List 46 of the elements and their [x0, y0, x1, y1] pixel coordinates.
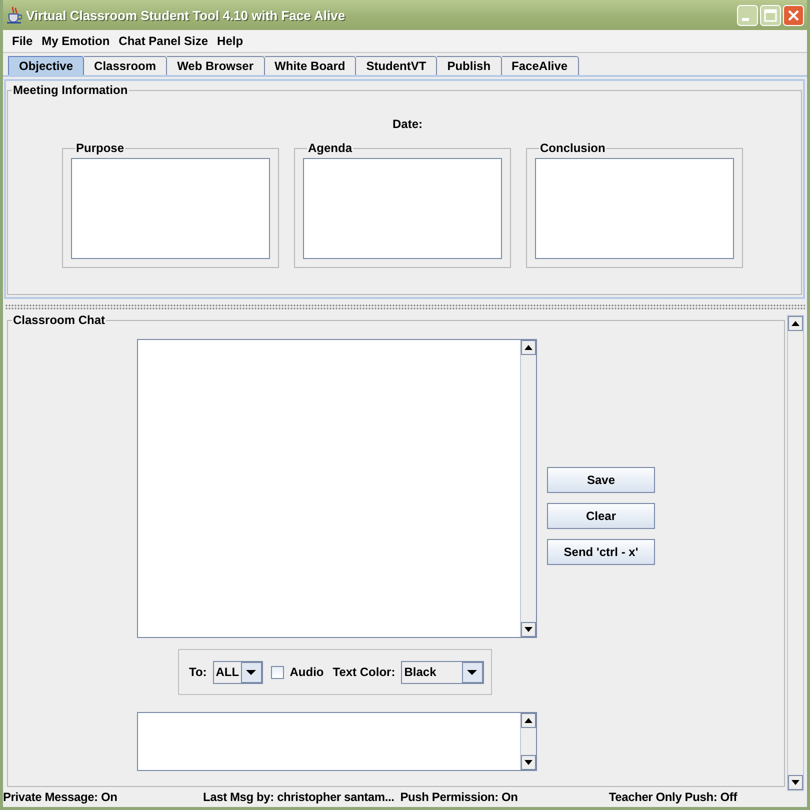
text-area[interactable] [303, 158, 502, 259]
audio-label: Audio [290, 665, 324, 679]
tab[interactable]: StudentVT [356, 56, 438, 75]
menu-item[interactable]: Chat Panel Size [116, 34, 214, 48]
dropdown-value: ALL [214, 665, 240, 679]
window-title: Virtual Classroom Student Tool 4.10 with Face Alive [26, 8, 346, 22]
caret-icon [462, 662, 484, 682]
text-color-label: Text Color: [332, 665, 396, 679]
text-area[interactable] [535, 158, 734, 259]
tab[interactable]: FaceAlive [502, 56, 579, 75]
dropdown[interactable]: Black [401, 660, 484, 684]
tab[interactable]: Publish [437, 56, 502, 75]
to-label: To: [189, 665, 207, 679]
group-title: Classroom Chat [12, 313, 106, 327]
chat-button[interactable]: Save [547, 467, 655, 493]
status-text: Last Msg by: christopher santam... [203, 790, 394, 804]
maximize-button[interactable] [760, 4, 781, 26]
group-title: Meeting Information [12, 83, 129, 97]
dropdown[interactable]: ALL [212, 660, 263, 684]
scrollbar[interactable] [787, 315, 804, 791]
section-title: Conclusion [539, 141, 606, 155]
tab[interactable]: Objective [8, 56, 84, 75]
audio-checkbox[interactable] [270, 666, 284, 678]
tab[interactable]: Classroom [84, 56, 168, 75]
tab[interactable]: White Board [264, 56, 356, 75]
menu-item[interactable]: My Emotion [38, 34, 116, 48]
section-title: Agenda [307, 141, 354, 155]
status-text: Private Message: On [3, 790, 118, 804]
date-label: Date: [392, 117, 422, 131]
tab[interactable]: Web Browser [167, 56, 265, 75]
close-button[interactable] [783, 4, 804, 26]
status-text: Push Permission: On [400, 790, 518, 804]
section-title: Purpose [75, 141, 126, 155]
minimize-button[interactable] [737, 4, 758, 26]
menu-item[interactable]: File [9, 34, 39, 48]
chat-button[interactable]: Send 'ctrl - x' [547, 539, 655, 565]
dropdown-value: Black [403, 665, 438, 679]
scrollbar[interactable] [520, 340, 536, 637]
status-text: Teacher Only Push: Off [608, 790, 737, 804]
chat-button[interactable]: Clear [547, 503, 655, 529]
coffee-cup-icon [6, 6, 22, 24]
scrollbar[interactable] [520, 713, 536, 770]
text-area[interactable] [71, 158, 270, 259]
menu-item[interactable]: Help [214, 34, 250, 48]
message-input[interactable] [137, 712, 537, 771]
caret-icon [240, 662, 262, 682]
